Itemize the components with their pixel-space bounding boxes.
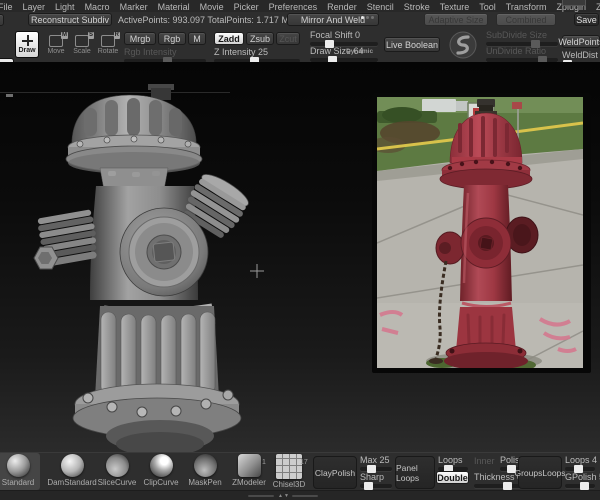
rgb-intensity-slider: Rgb Intensity [124, 47, 206, 65]
divider-line [248, 495, 274, 497]
sculpt-model-hydrant[interactable] [33, 84, 253, 456]
menu-stroke[interactable]: Stroke [399, 2, 435, 12]
brush-chisel3d-thumb-icon [276, 454, 302, 479]
draw-mode-button[interactable]: Draw [15, 31, 39, 58]
zadd-toggle[interactable]: Zadd [214, 32, 244, 45]
menu-render[interactable]: Render [322, 2, 362, 12]
combined-button: Combined [496, 13, 556, 26]
menu-material[interactable]: Material [153, 2, 195, 12]
brush-slicecurve[interactable]: SliceCurve [94, 454, 140, 487]
brush-zmodeler-thumb-icon [237, 454, 261, 477]
brush-damstandard[interactable]: DamStandard [47, 454, 97, 487]
zcut-toggle: Zcut [276, 32, 300, 45]
panel-loops-button[interactable]: Panel Loops [395, 456, 435, 489]
scale-gizmo-icon: S [75, 31, 94, 47]
cursor-crosshair [250, 264, 264, 278]
max-slider[interactable]: Max 25 [360, 455, 392, 473]
brush-maskpen-thumb-icon [193, 454, 217, 477]
scale-mode-button[interactable]: S Scale [70, 31, 94, 58]
zbrush-window: File Layer Light Macro Marker Material M… [0, 0, 600, 500]
menu-preferences[interactable]: Preferences [264, 2, 323, 12]
brush-clipcurve[interactable]: ClipCurve [138, 454, 184, 487]
sharp-slider[interactable]: Sharp [360, 472, 392, 490]
brush-clipcurve-thumb-icon [149, 454, 173, 477]
menu-light[interactable]: Light [50, 2, 80, 12]
brush-standard-thumb-icon [6, 454, 30, 477]
menu-stencil[interactable]: Stencil [362, 2, 399, 12]
subdivide-size-slider: SubDivide Size [486, 30, 558, 48]
z-intensity-slider[interactable]: Z Intensity 25 [214, 47, 300, 65]
m-toggle[interactable]: M [188, 32, 206, 45]
save-button-top[interactable]: Save [574, 13, 599, 26]
mirror-and-weld-button[interactable]: Mirror And Weld [287, 13, 379, 26]
brush-maskpen[interactable]: MaskPen [182, 454, 228, 487]
rotate-mode-button[interactable]: R Rotate [96, 31, 120, 58]
adaptive-size-button: Adaptive Size [424, 13, 488, 26]
paging-dots-icon [361, 16, 374, 19]
menu-tool[interactable]: Tool [474, 2, 501, 12]
rotate-gizmo-icon: R [101, 31, 120, 47]
shelf-collapse-bar[interactable]: ▲▼ [0, 490, 600, 500]
live-boolean-button[interactable]: Live Boolean [384, 37, 440, 52]
gpolish-slider[interactable]: GPolish 50 [565, 472, 600, 490]
menu-zscript[interactable]: Zscript [591, 2, 600, 12]
reference-image-panel[interactable] [370, 93, 591, 373]
loops4-slider[interactable]: Loops 4 [565, 455, 597, 473]
claypolish-button[interactable]: ClayPolish [313, 456, 357, 489]
menu-marker[interactable]: Marker [115, 2, 153, 12]
move-mode-button[interactable]: M Move [44, 31, 68, 58]
inner-toggle: Inner [474, 456, 495, 466]
clipped-button[interactable] [0, 14, 4, 26]
window-fragment [562, 0, 586, 6]
rgb-toggle[interactable]: Rgb [158, 32, 186, 45]
reference-photo [377, 97, 583, 368]
document-canvas[interactable] [0, 62, 600, 456]
weld-points-button[interactable]: WeldPoints [558, 35, 600, 48]
viewport-svg [0, 84, 591, 456]
double-toggle[interactable]: Double [436, 471, 469, 484]
move-gizmo-icon: M [49, 31, 68, 47]
brush-standard[interactable]: Standard [0, 454, 41, 487]
brush-slicecurve-thumb-icon [105, 454, 129, 477]
menu-transform[interactable]: Transform [501, 2, 552, 12]
reconstruct-subdiv-button[interactable]: Reconstruct Subdiv [28, 13, 112, 26]
menu-macro[interactable]: Macro [80, 2, 115, 12]
draw-cursor-icon [21, 35, 33, 46]
undivide-ratio-slider: UnDivide Ratio [486, 46, 558, 64]
bottom-brush-shelf: Standard DamStandard SliceCurve ClipCurv… [0, 452, 600, 491]
mrgb-toggle[interactable]: Mrgb [124, 32, 156, 45]
focal-shift-slider[interactable]: Focal Shift 0 [310, 30, 378, 48]
dynamic-toggle[interactable]: Dynamic [346, 48, 373, 55]
chisel3d-badge: 17 [300, 459, 308, 466]
menu-layer[interactable]: Layer [18, 2, 51, 12]
zbrush-logo-icon[interactable] [448, 30, 478, 60]
menu-texture[interactable]: Texture [435, 2, 475, 12]
groups-loops-button[interactable]: GroupsLoops [514, 456, 566, 489]
points-readout: ActivePoints: 993.097 TotalPoints: 1.717… [118, 15, 293, 25]
menu-picker[interactable]: Picker [229, 2, 264, 12]
top-tool-shelf: Draw M Move S Scale R Rotate Mrgb Rgb M … [0, 28, 600, 88]
loops-slider[interactable]: Loops [438, 455, 468, 473]
divider-line [292, 495, 318, 497]
zsub-toggle[interactable]: Zsub [246, 32, 274, 45]
custom-top-shelf: Reconstruct Subdiv ActivePoints: 993.097… [0, 12, 600, 29]
menu-file[interactable]: File [0, 2, 18, 12]
collapse-arrows-icon: ▲▼ [278, 493, 290, 499]
menu-movie[interactable]: Movie [195, 2, 229, 12]
brush-damstandard-thumb-icon [60, 454, 84, 477]
